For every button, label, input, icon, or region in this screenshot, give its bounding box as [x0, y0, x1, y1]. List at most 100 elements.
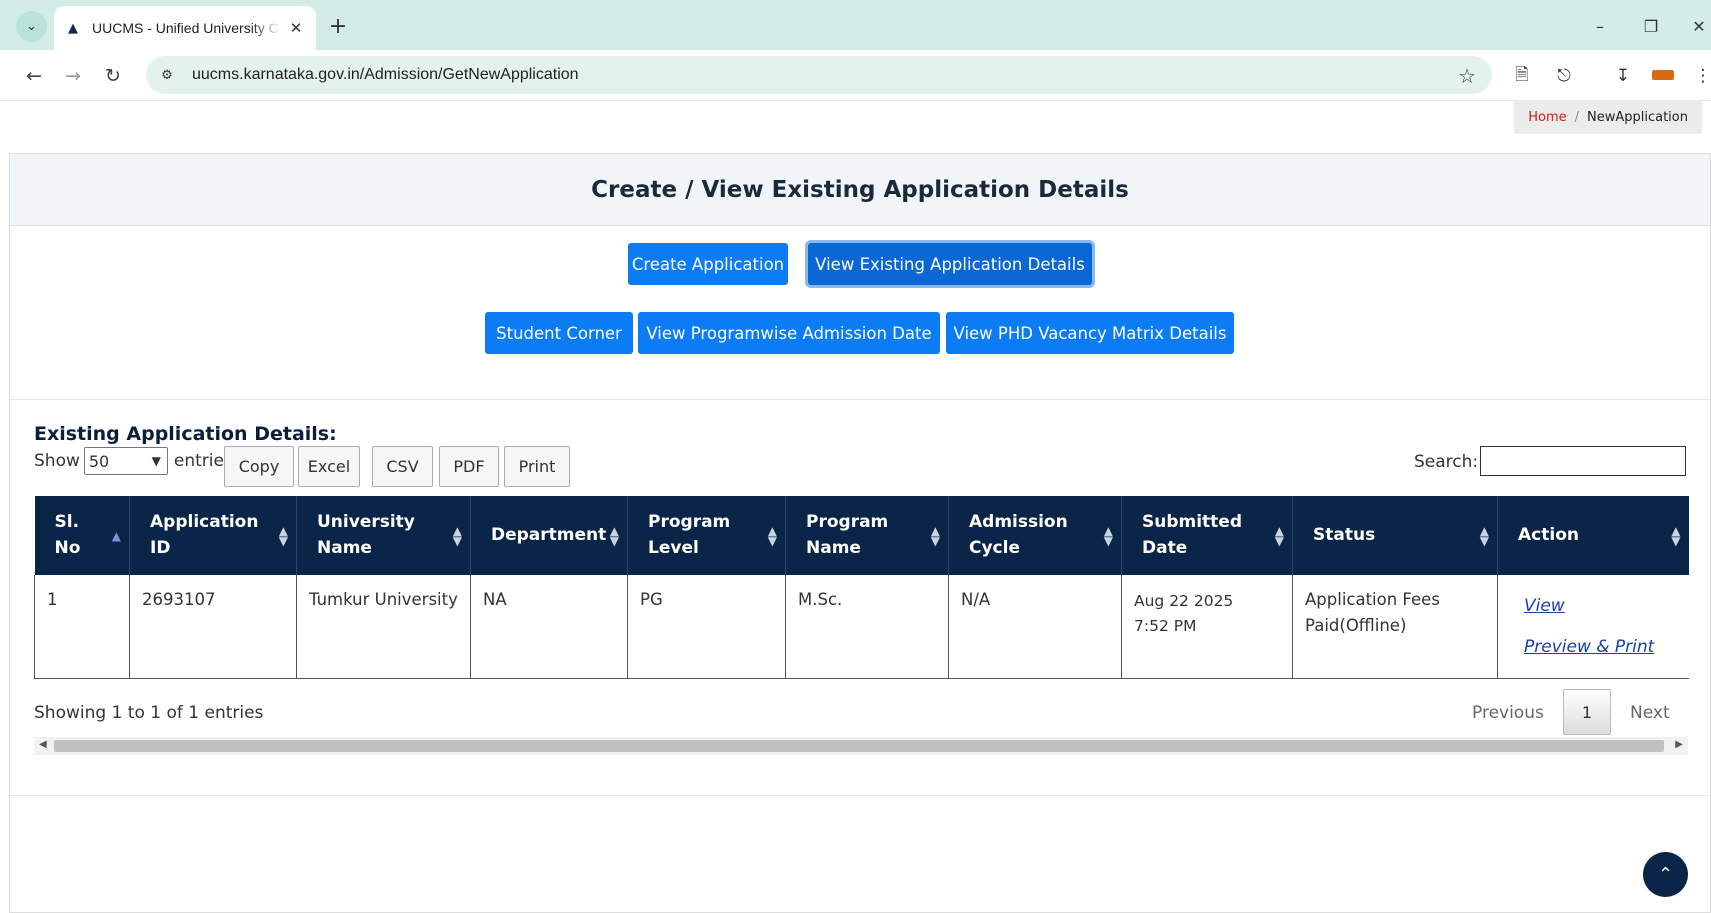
cell-program-level: PG: [627, 575, 786, 679]
application-card: Create / View Existing Application Detai…: [9, 153, 1711, 913]
close-icon[interactable]: ✕: [286, 18, 306, 38]
tab-title: UUCMS - Unified University College Manag…: [92, 20, 280, 36]
reading-mode-icon[interactable]: 🗎: [1509, 63, 1535, 89]
sort-ascending-icon: ▲: [111, 528, 121, 543]
breadcrumb-current: NewApplication: [1587, 109, 1688, 125]
arrow-left-icon: ←: [26, 65, 42, 87]
new-tab-button[interactable]: +: [324, 12, 352, 40]
url-text: uucms.karnataka.gov.in/Admission/GetNewA…: [192, 66, 579, 83]
phd-vacancy-matrix-button[interactable]: View PHD Vacancy Matrix Details: [946, 312, 1234, 354]
cell-department: NA: [470, 575, 628, 679]
close-icon: ✕: [1692, 16, 1706, 36]
window-close-button[interactable]: ✕: [1684, 12, 1711, 40]
page-title: Create / View Existing Application Detai…: [591, 176, 1129, 203]
cell-status: Application Fees Paid(Offline): [1292, 575, 1498, 679]
scrollbar-thumb[interactable]: [54, 740, 1664, 752]
column-header-sl-no[interactable]: Sl. No ▲: [34, 496, 130, 575]
cell-submitted-date: Aug 22 2025 7:52 PM: [1121, 575, 1293, 679]
card-header: Create / View Existing Application Detai…: [10, 154, 1710, 226]
excel-button[interactable]: Excel: [298, 446, 360, 487]
reload-icon: ↻: [105, 65, 121, 87]
extensions-icon[interactable]: ⎋: [1551, 63, 1577, 89]
search-label: Search:: [1414, 452, 1479, 472]
restore-button[interactable]: ❐: [1636, 12, 1666, 40]
back-button[interactable]: ←: [19, 61, 49, 91]
star-icon[interactable]: ☆: [1458, 64, 1476, 88]
reload-button[interactable]: ↻: [98, 61, 128, 91]
browser-tab-strip: ⌄ ▲ UUCMS - Unified University College M…: [0, 0, 1711, 50]
cell-university: Tumkur University: [296, 575, 471, 679]
sort-icon: ▲ ▼: [278, 523, 288, 548]
column-header-program-name[interactable]: Program Name ▲ ▼: [785, 496, 949, 575]
breadcrumb-home-link[interactable]: Home: [1528, 110, 1566, 125]
column-header-admission-cycle[interactable]: Admission Cycle ▲ ▼: [948, 496, 1122, 575]
extension-badge-icon[interactable]: [1652, 70, 1674, 80]
column-header-program-level[interactable]: Program Level ▲ ▼: [627, 496, 786, 575]
sort-icon: ▲ ▼: [452, 523, 462, 548]
chevron-up-icon: ⌃: [1657, 864, 1674, 885]
pdf-button[interactable]: PDF: [439, 446, 499, 487]
pagination-next[interactable]: Next: [1630, 703, 1670, 723]
sort-icon: ▲ ▼: [1103, 523, 1113, 548]
scroll-left-icon[interactable]: ◀: [39, 739, 47, 750]
cell-application-id: 2693107: [129, 575, 297, 679]
column-header-department[interactable]: Department ▲ ▼: [470, 496, 628, 575]
column-header-submitted-date[interactable]: Submitted Date ▲ ▼: [1121, 496, 1293, 575]
sort-icon: ▲ ▼: [1479, 523, 1489, 548]
column-header-university-name[interactable]: University Name ▲ ▼: [296, 496, 471, 575]
minimize-icon: –: [1596, 16, 1604, 36]
cell-action: View Preview & Print: [1497, 575, 1689, 679]
plus-icon: +: [328, 13, 348, 39]
minimize-button[interactable]: –: [1585, 12, 1615, 40]
chevron-down-icon: ▼: [151, 454, 161, 468]
breadcrumb-separator: /: [1574, 109, 1579, 125]
arrow-right-icon: →: [65, 65, 81, 87]
entries-select[interactable]: 50 ▼: [83, 447, 168, 475]
restore-icon: ❐: [1643, 16, 1659, 36]
scroll-right-icon[interactable]: ▶: [1675, 739, 1683, 750]
sort-icon: ▲ ▼: [1671, 523, 1681, 548]
pagination-page-1[interactable]: 1: [1563, 689, 1611, 735]
show-label: Show: [34, 451, 80, 471]
print-button[interactable]: Print: [504, 446, 570, 487]
column-header-application-id[interactable]: Application ID ▲ ▼: [129, 496, 297, 575]
browser-tab[interactable]: ▲ UUCMS - Unified University College Man…: [54, 6, 316, 50]
column-header-status[interactable]: Status ▲ ▼: [1292, 496, 1498, 575]
tab-search-button[interactable]: ⌄: [16, 11, 47, 42]
table-info: Showing 1 to 1 of 1 entries: [34, 703, 264, 723]
sort-icon: ▲ ▼: [609, 523, 619, 548]
cell-program-name: M.Sc.: [785, 575, 949, 679]
table-header-row: Sl. No ▲ Application ID ▲ ▼ University Name ▲ ▼ …: [34, 496, 1689, 575]
section-divider: [10, 399, 1710, 400]
graduation-cap-icon: ▲: [68, 20, 78, 36]
csv-button[interactable]: CSV: [372, 446, 433, 487]
pagination-previous[interactable]: Previous: [1472, 703, 1544, 723]
card-footer-divider: [10, 795, 1710, 796]
entries-length-control: Show 50 ▼ entries: [34, 447, 233, 475]
chevron-down-icon: ⌄: [26, 19, 37, 34]
entries-select-value: 50: [88, 451, 110, 471]
create-application-button[interactable]: Create Application: [628, 243, 788, 285]
column-header-action[interactable]: Action ▲ ▼: [1497, 496, 1689, 575]
view-link[interactable]: View: [1524, 593, 1677, 620]
browser-toolbar: ← → ↻ ⚙ uucms.karnataka.gov.in/Admission…: [0, 50, 1711, 101]
copy-button[interactable]: Copy: [224, 446, 294, 487]
sort-icon: ▲ ▼: [930, 523, 940, 548]
student-corner-button[interactable]: Student Corner: [485, 312, 633, 354]
sort-icon: ▲ ▼: [1274, 523, 1284, 548]
site-settings-icon[interactable]: ⚙: [154, 62, 180, 88]
horizontal-scrollbar[interactable]: ◀ ▶: [34, 737, 1688, 755]
applications-table: Sl. No ▲ Application ID ▲ ▼ University Name ▲ ▼ …: [34, 496, 1689, 679]
search-input[interactable]: [1480, 446, 1686, 476]
existing-applications-heading: Existing Application Details:: [34, 423, 337, 445]
view-existing-application-button[interactable]: View Existing Application Details: [808, 243, 1092, 285]
forward-button[interactable]: →: [58, 61, 88, 91]
menu-icon[interactable]: ⋮: [1690, 63, 1711, 89]
download-icon[interactable]: ↧: [1610, 63, 1636, 89]
preview-print-link[interactable]: Preview & Print: [1524, 634, 1677, 661]
address-bar[interactable]: ⚙ uucms.karnataka.gov.in/Admission/GetNe…: [146, 56, 1492, 94]
table-row: 1 2693107 Tumkur University NA PG M.Sc. …: [34, 575, 1689, 679]
scroll-to-top-button[interactable]: ⌃: [1643, 852, 1688, 897]
cell-admission-cycle: N/A: [948, 575, 1122, 679]
programwise-admission-date-button[interactable]: View Programwise Admission Date: [638, 312, 940, 354]
